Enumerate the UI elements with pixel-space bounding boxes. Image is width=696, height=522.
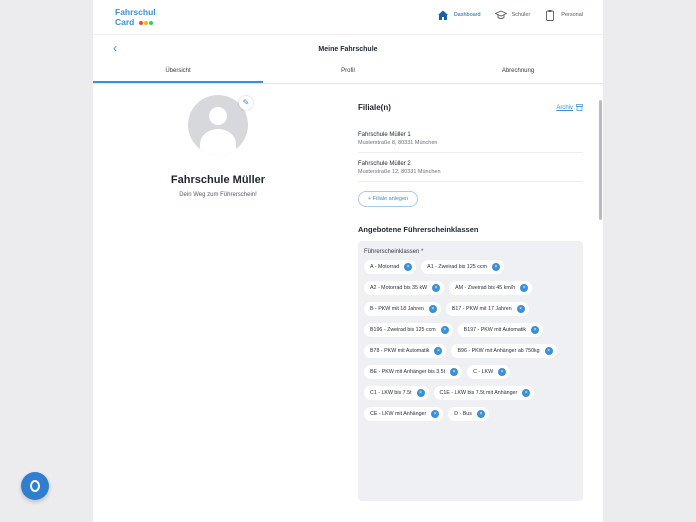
app-logo[interactable]: Fahrschul Card <box>115 7 156 27</box>
chip-label: AM - Zweirad bis 45 km/h <box>455 285 516 291</box>
remove-chip-icon[interactable]: × <box>404 263 413 271</box>
scrollbar[interactable] <box>599 100 602 220</box>
chip-label: CE - LKW mit Anhänger <box>370 411 427 417</box>
chip-label: BE - PKW mit Anhänger bis 3.5t <box>370 369 446 375</box>
license-class-chip[interactable]: D - Bus × <box>448 407 489 421</box>
tab-profil[interactable]: Profil <box>263 65 433 83</box>
chip-label: B197 - PKW mit Automatik <box>463 327 527 333</box>
nav-label-schueler: Schüler <box>511 12 531 18</box>
branch-address: Musterstraße 8, 80331 München <box>358 140 438 146</box>
branches-title: Filiale(n) <box>358 103 391 112</box>
archive-link[interactable]: Archiv <box>556 104 583 111</box>
remove-chip-icon[interactable]: × <box>498 368 507 376</box>
license-class-chip[interactable]: B - PKW mit 18 Jahren × <box>364 302 441 316</box>
chip-label: B196 - Zweirad bis 125 ccm <box>370 327 436 333</box>
nav-label-dashboard: Dashboard <box>453 12 481 18</box>
chip-label: C - LKW <box>473 369 494 375</box>
chip-label: B17 - PKW mit 17 Jahren <box>451 306 512 312</box>
school-tagline: Dein Weg zum Führerschein! <box>179 192 257 198</box>
license-class-chip[interactable]: CE - LKW mit Anhänger × <box>364 407 444 421</box>
chip-label: A - Motorrad <box>370 264 400 270</box>
tab-uebersicht[interactable]: Übersicht <box>93 65 263 83</box>
nav-item-schueler[interactable]: Schüler <box>494 9 531 21</box>
help-fab-button[interactable] <box>21 472 49 500</box>
remove-chip-icon[interactable]: × <box>434 347 443 355</box>
license-classes-field[interactable]: Führerscheinklassen * A - Motorrad × A1 - … <box>358 241 583 501</box>
graduation-cap-icon <box>494 10 507 19</box>
tab-bar: Übersicht Profil Abrechnung <box>93 65 603 84</box>
home-icon <box>437 10 448 20</box>
remove-chip-icon[interactable]: × <box>428 305 437 313</box>
chip-label: C1 - LKW bis 7.5t <box>370 390 412 396</box>
remove-chip-icon[interactable]: × <box>531 326 540 334</box>
license-class-chip[interactable]: BE - PKW mit Anhänger bis 3.5t × <box>364 365 463 379</box>
profile-section: Fahrschule Müller Dein Weg zum Führersch… <box>93 84 343 198</box>
remove-chip-icon[interactable]: × <box>431 410 440 418</box>
clipboard-icon <box>546 10 555 21</box>
page-header: ‹ Meine Fahrschule <box>93 35 603 65</box>
license-class-chip[interactable]: B196 - Zweirad bis 125 ccm × <box>364 323 453 337</box>
branch-address: Musterstraße 12, 80331 München <box>358 169 441 175</box>
license-class-chip[interactable]: A - Motorrad × <box>364 260 417 274</box>
chip-label: B96 - PKW mit Anhänger ab 750kg <box>457 348 540 354</box>
license-class-chip[interactable]: B17 - PKW mit 17 Jahren × <box>445 302 529 316</box>
license-class-chip[interactable]: A2 - Motorrad bis 35 kW × <box>364 281 445 295</box>
chip-label: B78 - PKW mit Automatik <box>370 348 430 354</box>
remove-chip-icon[interactable]: × <box>491 263 500 271</box>
logo-dots <box>138 17 154 27</box>
classes-field-label: Führerscheinklassen * <box>364 249 424 255</box>
logo-line-1: Fahrschul <box>115 7 156 17</box>
remove-chip-icon[interactable]: × <box>522 389 531 397</box>
remove-chip-icon[interactable]: × <box>520 284 529 292</box>
license-class-chip[interactable]: C - LKW × <box>467 365 511 379</box>
edit-avatar-icon[interactable]: ✎ <box>239 96 253 110</box>
branches-panel: Filiale(n) Archiv Fahrschule Müller 1 Mu… <box>358 103 583 501</box>
license-class-chip[interactable]: A1 - Zweirad bis 125 ccm × <box>421 260 504 274</box>
nav-item-dashboard[interactable]: Dashboard <box>437 9 481 21</box>
license-chip-list: A - Motorrad × A1 - Zweirad bis 125 ccm × A2… <box>364 260 577 421</box>
remove-chip-icon[interactable]: × <box>440 326 449 334</box>
branch-name: Fahrschule Müller 1 <box>358 132 411 138</box>
chip-label: D - Bus <box>454 411 472 417</box>
nav-label-personal: Personal <box>561 12 583 18</box>
chip-label: C1E - LKW bis 7.5t mit Anhänger <box>439 390 518 396</box>
license-class-chip[interactable]: C1E - LKW bis 7.5t mit Anhänger × <box>433 386 535 400</box>
remove-chip-icon[interactable]: × <box>450 368 459 376</box>
remove-chip-icon[interactable]: × <box>516 305 525 313</box>
logo-line-2: Card <box>115 17 135 27</box>
school-name: Fahrschule Müller <box>170 174 266 186</box>
page-title: Meine Fahrschule <box>318 46 378 53</box>
chat-icon <box>30 480 40 492</box>
remove-chip-icon[interactable]: × <box>544 347 553 355</box>
tab-abrechnung[interactable]: Abrechnung <box>433 65 603 83</box>
chip-label: B - PKW mit 18 Jahren <box>370 306 424 312</box>
nav-item-personal[interactable]: Personal <box>544 9 583 21</box>
license-class-chip[interactable]: AM - Zweirad bis 45 km/h × <box>449 281 533 295</box>
license-class-chip[interactable]: B96 - PKW mit Anhänger ab 750kg × <box>451 344 557 358</box>
license-class-chip[interactable]: C1 - LKW bis 7.5t × <box>364 386 429 400</box>
chip-label: A1 - Zweirad bis 125 ccm <box>427 264 487 270</box>
add-branch-label: Filiale anlegen <box>372 196 409 202</box>
archive-label: Archiv <box>556 104 573 111</box>
chip-label: A2 - Motorrad bis 35 kW <box>370 285 428 291</box>
license-class-chip[interactable]: B197 - PKW mit Automatik × <box>457 323 544 337</box>
archive-icon <box>576 104 583 111</box>
branch-item[interactable]: Fahrschule Müller 1 Musterstraße 8, 8033… <box>358 124 583 153</box>
remove-chip-icon[interactable]: × <box>476 410 485 418</box>
branch-name: Fahrschule Müller 2 <box>358 161 411 167</box>
top-navigation: Fahrschul Card Dashboard Schüler Persona… <box>93 0 603 35</box>
remove-chip-icon[interactable]: × <box>416 389 425 397</box>
add-branch-button[interactable]: + Filiale anlegen <box>358 191 419 207</box>
remove-chip-icon[interactable]: × <box>432 284 441 292</box>
classes-title: Angebotene Führerscheinklassen <box>358 225 479 234</box>
license-class-chip[interactable]: B78 - PKW mit Automatik × <box>364 344 447 358</box>
branch-item[interactable]: Fahrschule Müller 2 Musterstraße 12, 803… <box>358 153 583 182</box>
app-window: Fahrschul Card Dashboard Schüler Persona… <box>93 0 603 522</box>
